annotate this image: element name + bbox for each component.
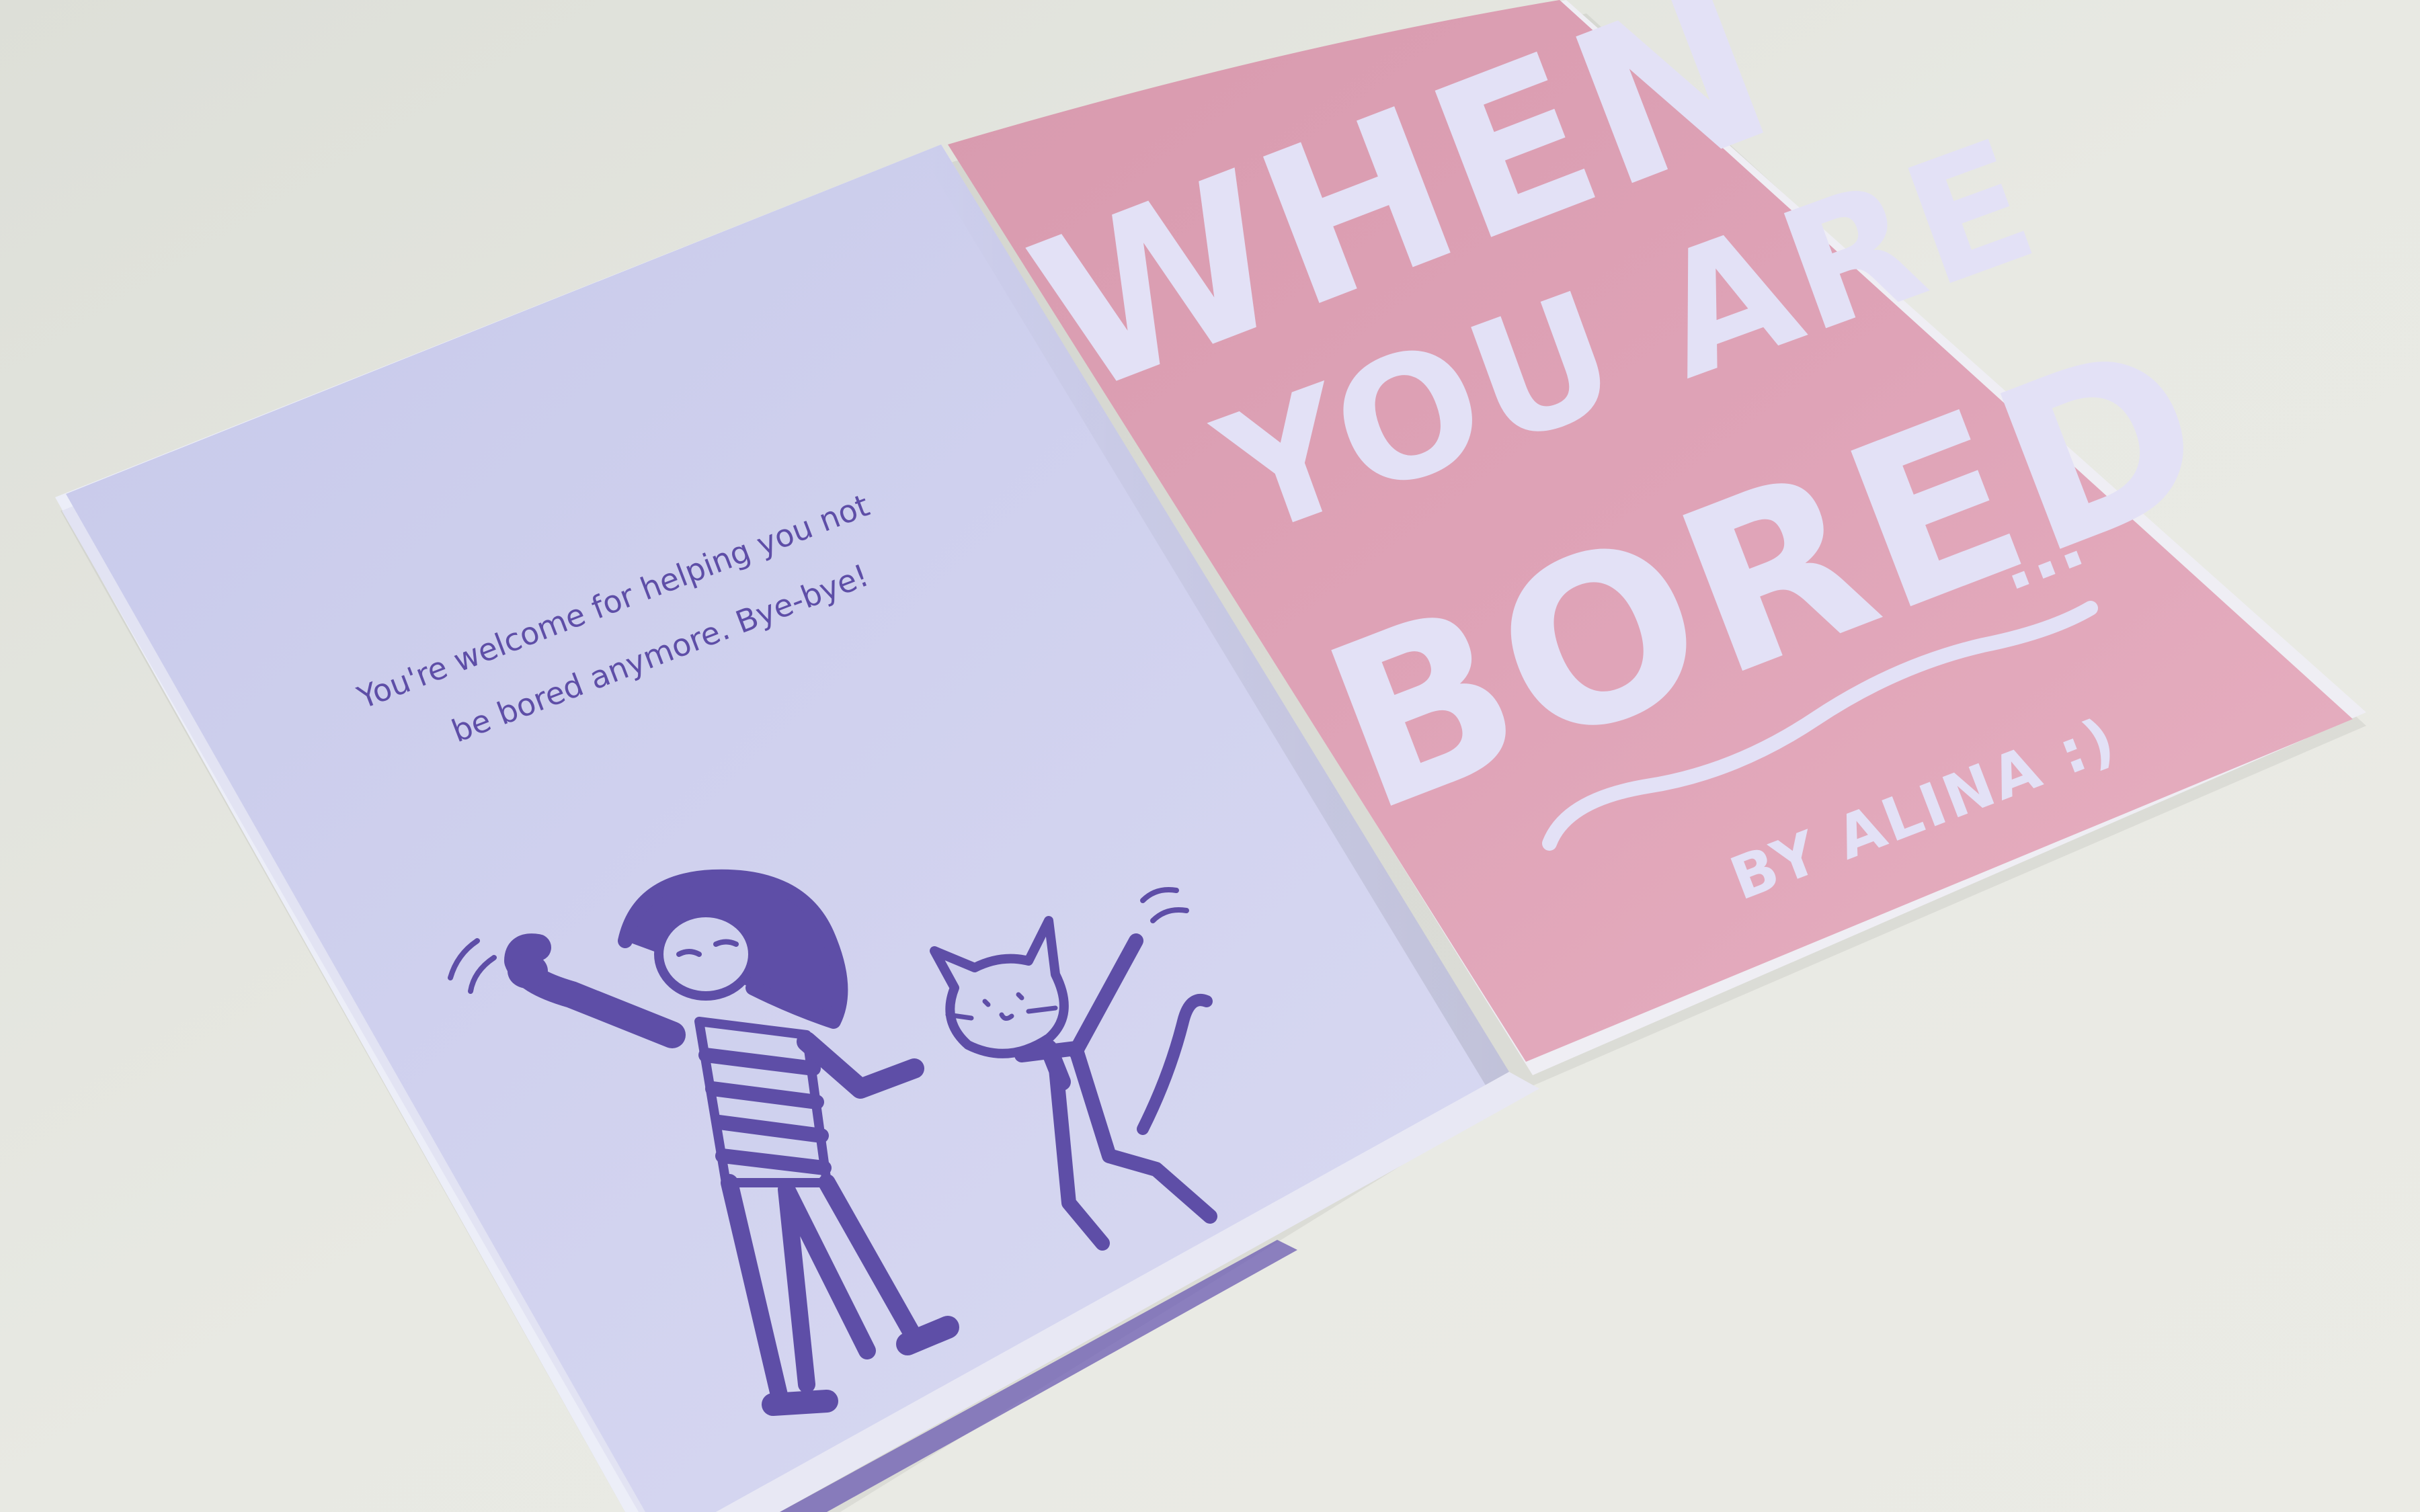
zine-photo: WHEN YOU ARE BORED ... BY ALINA :) You'r… bbox=[0, 0, 2420, 1512]
cat-drink bbox=[1040, 1040, 1071, 1091]
girl-hand bbox=[508, 954, 548, 989]
girl-face bbox=[654, 908, 758, 1001]
zine-scene: WHEN YOU ARE BORED ... BY ALINA :) You'r… bbox=[0, 0, 2420, 1512]
